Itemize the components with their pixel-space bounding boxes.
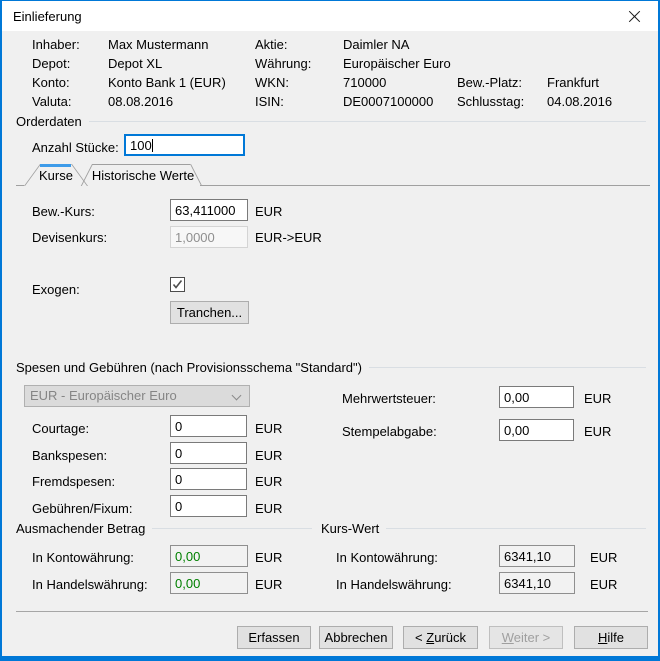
orderdaten-title: Orderdaten	[16, 114, 82, 129]
hilfe-button[interactable]: Hilfe	[574, 626, 648, 649]
spesen-group-header: Spesen und Gebühren (nach Provisionssche…	[16, 359, 646, 375]
kw-kontowaehrung-label: In Kontowährung:	[336, 550, 438, 566]
valuta-label: Valuta:	[32, 94, 72, 110]
chevron-down-icon	[232, 391, 242, 401]
weiter-button: Weiter >	[489, 626, 563, 649]
checkmark-icon	[171, 278, 184, 291]
gebuehren-fixum-input[interactable]: 0	[170, 495, 247, 517]
fremdspesen-label: Fremdspesen:	[32, 474, 115, 490]
stempelabgabe-unit: EUR	[584, 424, 611, 440]
group-divider	[386, 528, 646, 529]
schlusstag-value: 04.08.2016	[547, 94, 612, 110]
kw-handelswaehrung-label: In Handelswährung:	[336, 577, 452, 593]
close-button[interactable]	[611, 1, 656, 31]
valuta-value: 08.08.2016	[108, 94, 173, 110]
window-title: Einlieferung	[13, 9, 82, 24]
kw-kontowaehrung-unit: EUR	[590, 550, 617, 566]
ausmachender-betrag-group-header: Ausmachender Betrag	[16, 520, 312, 536]
gebuehren-fixum-label: Gebühren/Fixum:	[32, 501, 132, 517]
kw-kontowaehrung-value: 6341,10	[499, 545, 575, 567]
kw-handelswaehrung-unit: EUR	[590, 577, 617, 593]
stempelabgabe-input[interactable]: 0,00	[499, 419, 574, 441]
courtage-label: Courtage:	[32, 421, 89, 437]
wkn-value: 710000	[343, 75, 386, 91]
spesen-title: Spesen und Gebühren (nach Provisionssche…	[16, 360, 362, 375]
bankspesen-unit: EUR	[255, 448, 282, 464]
devisenkurs-unit: EUR->EUR	[255, 230, 322, 246]
fremdspesen-unit: EUR	[255, 474, 282, 490]
depot-label: Depot:	[32, 56, 70, 72]
exogen-label: Exogen:	[32, 282, 80, 298]
group-divider	[89, 121, 646, 122]
stempelabgabe-label: Stempelabgabe:	[342, 424, 437, 440]
kurs-wert-group-header: Kurs-Wert	[321, 520, 646, 536]
title-bar: Einlieferung	[2, 1, 658, 31]
courtage-input[interactable]: 0	[170, 415, 247, 437]
schlusstag-label: Schlusstag:	[457, 94, 524, 110]
ab-handelswaehrung-label: In Handelswährung:	[32, 577, 148, 593]
bankspesen-label: Bankspesen:	[32, 448, 107, 464]
mehrwertsteuer-label: Mehrwertsteuer:	[342, 391, 436, 407]
bankspesen-input[interactable]: 0	[170, 442, 247, 464]
isin-value: DE0007100000	[343, 94, 433, 110]
konto-value: Konto Bank 1 (EUR)	[108, 75, 226, 91]
isin-label: ISIN:	[255, 94, 284, 110]
ab-kontowaehrung-label: In Kontowährung:	[32, 550, 134, 566]
devisenkurs-input: 1,0000	[170, 226, 248, 248]
bew-platz-label: Bew.-Platz:	[457, 75, 522, 91]
bew-kurs-input[interactable]: 63,411000	[170, 199, 248, 221]
anzahl-stuecke-input[interactable]: 100	[124, 134, 245, 156]
bew-platz-value: Frankfurt	[547, 75, 599, 91]
gebuehren-fixum-unit: EUR	[255, 501, 282, 517]
inhaber-value: Max Mustermann	[108, 37, 208, 53]
ausmachender-betrag-title: Ausmachender Betrag	[16, 521, 145, 536]
mehrwertsteuer-input[interactable]: 0,00	[499, 386, 574, 408]
erfassen-button[interactable]: Erfassen	[237, 626, 311, 649]
konto-label: Konto:	[32, 75, 70, 91]
orderdaten-group-header: Orderdaten	[16, 113, 646, 129]
footer-divider	[16, 611, 648, 612]
group-divider	[369, 367, 646, 368]
currency-select: EUR - Europäischer Euro	[24, 385, 250, 407]
einlieferung-dialog: Einlieferung Inhaber: Max Mustermann Dep…	[0, 0, 660, 661]
devisenkurs-label: Devisenkurs:	[32, 230, 107, 246]
ab-kontowaehrung-value: 0,00	[170, 545, 248, 567]
ab-handelswaehrung-unit: EUR	[255, 577, 282, 593]
inhaber-label: Inhaber:	[32, 37, 80, 53]
aktie-label: Aktie:	[255, 37, 288, 53]
bew-kurs-unit: EUR	[255, 204, 282, 220]
exogen-checkbox[interactable]	[170, 277, 185, 292]
tab-baseline-right	[200, 185, 650, 186]
group-divider	[152, 528, 312, 529]
depot-value: Depot XL	[108, 56, 162, 72]
aktie-value: Daimler NA	[343, 37, 409, 53]
waehrung-value: Europäischer Euro	[343, 56, 451, 72]
anzahl-stuecke-label: Anzahl Stücke:	[32, 140, 119, 156]
zurueck-button[interactable]: < Zurück	[403, 626, 478, 649]
mehrwertsteuer-unit: EUR	[584, 391, 611, 407]
tab-bar: Kurse Historische Werte	[16, 164, 650, 186]
ab-handelswaehrung-value: 0,00	[170, 572, 248, 594]
ab-kontowaehrung-unit: EUR	[255, 550, 282, 566]
tranchen-button[interactable]: Tranchen...	[170, 301, 249, 324]
bew-kurs-label: Bew.-Kurs:	[32, 204, 95, 220]
kw-handelswaehrung-value: 6341,10	[499, 572, 575, 594]
tab-kurse[interactable]: Kurse	[26, 164, 86, 186]
close-icon	[628, 10, 641, 23]
text-caret	[152, 139, 153, 152]
tab-historische-werte[interactable]: Historische Werte	[86, 164, 200, 186]
fremdspesen-input[interactable]: 0	[170, 468, 247, 490]
wkn-label: WKN:	[255, 75, 289, 91]
abbrechen-button[interactable]: Abbrechen	[319, 626, 393, 649]
waehrung-label: Währung:	[255, 56, 311, 72]
courtage-unit: EUR	[255, 421, 282, 437]
kurs-wert-title: Kurs-Wert	[321, 521, 379, 536]
